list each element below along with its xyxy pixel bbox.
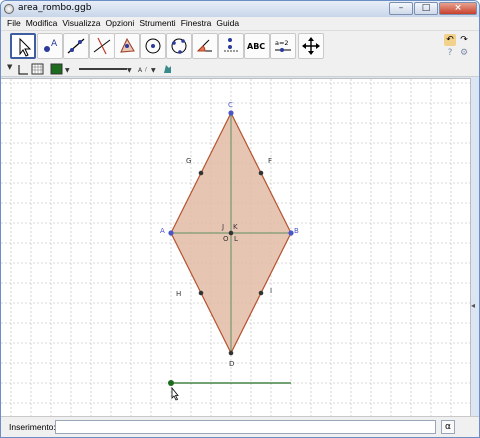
point-label-j: J bbox=[221, 223, 224, 231]
move-tool-icon bbox=[19, 37, 32, 57]
point-label-c: C bbox=[228, 101, 233, 109]
window-controls: – □ × bbox=[389, 2, 477, 15]
perpendicular-tool-button[interactable] bbox=[89, 33, 115, 59]
point-label-o: O bbox=[223, 235, 229, 243]
point-label-k: K bbox=[233, 223, 238, 231]
menu-bar: File Modifica Visualizza Opzioni Strumen… bbox=[1, 17, 479, 31]
text-tool-button[interactable]: ABC bbox=[244, 33, 270, 59]
label-style-icon[interactable]: A bbox=[138, 67, 143, 74]
line-tool-icon bbox=[67, 38, 85, 54]
svg-text:▼: ▼ bbox=[151, 67, 156, 74]
point-a[interactable] bbox=[168, 230, 174, 236]
menu-modifica[interactable]: Modifica bbox=[26, 17, 58, 30]
close-button[interactable]: × bbox=[439, 2, 477, 15]
svg-text:▼: ▼ bbox=[65, 67, 70, 74]
point-d[interactable] bbox=[228, 350, 234, 356]
angle-tool-button[interactable] bbox=[192, 33, 218, 59]
grid-toggle-icon[interactable] bbox=[31, 63, 44, 75]
menu-strumenti[interactable]: Strumenti bbox=[139, 17, 175, 30]
slider-point[interactable] bbox=[168, 380, 174, 386]
tool-bar: A ABC a=2 ↶ ↷ ? ⚙ bbox=[1, 31, 479, 61]
sidebar-collapse-handle[interactable]: ◂ bbox=[471, 301, 479, 315]
geometry-canvas[interactable]: C A B D G F H I J KO L bbox=[1, 79, 471, 417]
menu-file[interactable]: File bbox=[7, 17, 21, 30]
pin-icon[interactable] bbox=[164, 65, 171, 73]
move-tool-button[interactable] bbox=[10, 33, 36, 59]
point-label-d: D bbox=[229, 360, 234, 368]
point-b[interactable] bbox=[288, 230, 294, 236]
reflect-tool-button[interactable] bbox=[218, 33, 244, 59]
angle-tool-icon bbox=[196, 39, 212, 52]
title-bar: area_rombo.ggb – □ × bbox=[1, 1, 479, 17]
text-tool-icon: ABC bbox=[247, 42, 265, 51]
maximize-button[interactable]: □ bbox=[414, 2, 438, 15]
point-tool-icon: A bbox=[44, 39, 58, 52]
point-label-l: L bbox=[234, 235, 238, 243]
graphics-view[interactable]: CABDGFHIJKOL ◂ bbox=[1, 78, 475, 417]
point-label-f: F bbox=[268, 157, 272, 165]
style-bar: ▼ ▼ ▼ A / ▼ bbox=[1, 61, 479, 77]
line-tool-button[interactable] bbox=[63, 33, 89, 59]
menu-guida[interactable]: Guida bbox=[216, 17, 239, 30]
svg-text:/: / bbox=[145, 67, 147, 73]
app-window: area_rombo.ggb – □ × File Modifica Visua… bbox=[0, 0, 480, 438]
circle-tool-icon bbox=[145, 38, 161, 54]
point-tool-button[interactable]: A bbox=[37, 33, 63, 59]
menu-finestra[interactable]: Finestra bbox=[181, 17, 212, 30]
point-f[interactable] bbox=[258, 170, 264, 176]
svg-text:A: A bbox=[51, 39, 58, 49]
slider-tool-icon: a=2 bbox=[275, 39, 291, 52]
redo-icon[interactable]: ↷ bbox=[458, 34, 470, 46]
slider-tool-button[interactable]: a=2 bbox=[270, 33, 296, 59]
help-icon[interactable]: ? bbox=[444, 47, 456, 59]
svg-text:▼: ▼ bbox=[127, 67, 132, 74]
svg-text:ABC: ABC bbox=[247, 42, 265, 51]
alpha-icon[interactable]: α bbox=[441, 420, 455, 434]
point-h[interactable] bbox=[198, 290, 204, 296]
circle-through-points-button[interactable] bbox=[166, 33, 192, 59]
point-label-b: B bbox=[294, 227, 299, 235]
input-field[interactable] bbox=[55, 420, 436, 434]
polygon-tool-icon bbox=[120, 37, 135, 53]
window-title: area_rombo.ggb bbox=[18, 3, 92, 13]
undo-icon[interactable]: ↶ bbox=[444, 34, 456, 46]
circle-through-points-tool-icon bbox=[171, 38, 187, 54]
move-graphics-view-button[interactable] bbox=[298, 33, 324, 59]
menu-opzioni[interactable]: Opzioni bbox=[105, 17, 134, 30]
point-j[interactable] bbox=[228, 230, 234, 236]
point-label-h: H bbox=[176, 290, 181, 298]
perpendicular-line-tool-icon bbox=[93, 37, 111, 55]
point-g[interactable] bbox=[198, 170, 204, 176]
input-bar: Inserimento: α bbox=[1, 416, 479, 437]
color-picker-swatch[interactable] bbox=[50, 63, 63, 75]
axes-toggle-icon[interactable] bbox=[18, 65, 28, 75]
gear-icon[interactable]: ⚙ bbox=[458, 47, 470, 59]
style-bar-controls: ▼ ▼ ▼ A / ▼ bbox=[7, 63, 171, 75]
point-i[interactable] bbox=[258, 290, 264, 296]
minimize-button[interactable]: – bbox=[389, 2, 413, 15]
move-graphics-view-tool-icon bbox=[302, 37, 320, 55]
reflect-tool-icon bbox=[224, 38, 238, 52]
triangle-collapse-icon[interactable]: ▼ bbox=[7, 63, 13, 71]
point-label-g: G bbox=[186, 157, 191, 165]
menu-visualizza[interactable]: Visualizza bbox=[62, 17, 100, 30]
polygon-tool-button[interactable] bbox=[114, 33, 140, 59]
point-label-i: I bbox=[270, 287, 272, 295]
svg-text:a=2: a=2 bbox=[275, 39, 289, 47]
mouse-cursor-icon bbox=[171, 386, 179, 401]
geogebra-app-icon bbox=[4, 4, 14, 14]
circle-tool-button[interactable] bbox=[140, 33, 166, 59]
input-label: Inserimento: bbox=[9, 422, 56, 432]
point-c[interactable] bbox=[228, 110, 234, 116]
point-label-a: A bbox=[160, 227, 165, 235]
